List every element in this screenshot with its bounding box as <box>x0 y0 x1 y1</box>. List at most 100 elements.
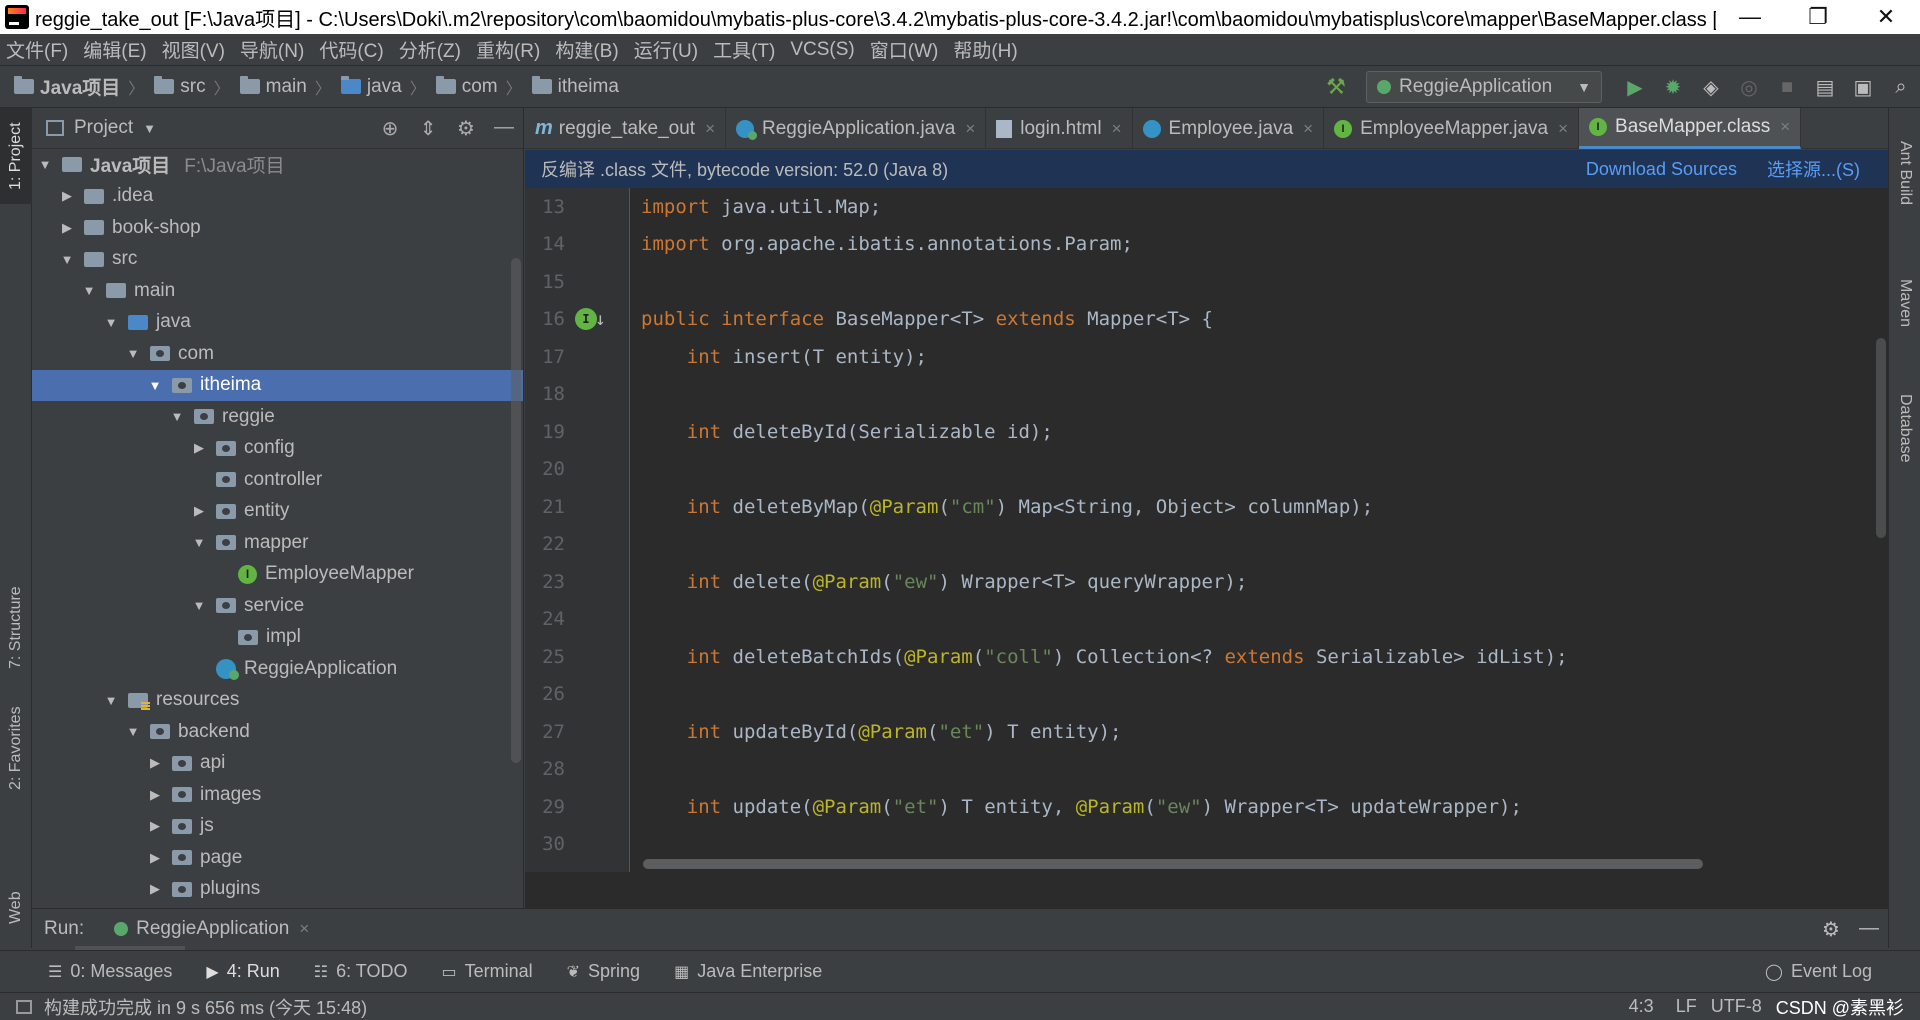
menu-analyze[interactable]: 分析(Z) <box>399 36 461 63</box>
tab-reggie-take-out[interactable]: m reggie_take_out × <box>525 108 727 149</box>
tree-item-reggie-application[interactable]: ReggieApplication <box>32 653 523 685</box>
breadcrumb-src[interactable]: src 〉 <box>154 75 239 99</box>
tab-login-html[interactable]: login.html × <box>986 108 1133 149</box>
download-sources-link[interactable]: Download Sources <box>1586 159 1737 180</box>
run-tab-reggie-application[interactable]: ReggieApplication × <box>114 918 309 940</box>
tree-item-java-project[interactable]: ▼ Java项目 F:\Java项目 <box>32 149 523 181</box>
tab-employee-java[interactable]: Employee.java × <box>1133 108 1325 149</box>
horizontal-scrollbar[interactable] <box>643 859 1703 869</box>
tree-item-reggie[interactable]: ▼ reggie <box>32 401 523 433</box>
menu-run[interactable]: 运行(U) <box>634 36 698 63</box>
caret-position[interactable]: 4:3 <box>1629 996 1654 1017</box>
close-window-button[interactable]: ✕ <box>1852 0 1920 34</box>
choose-sources-link[interactable]: 选择源...(S) <box>1767 156 1860 182</box>
tree-item-book-shop[interactable]: ▶ book-shop <box>32 212 523 244</box>
collapsed-arrow-icon[interactable]: ▶ <box>146 818 164 834</box>
coverage-icon[interactable]: ◈ <box>1692 71 1730 103</box>
menu-edit[interactable]: 编辑(E) <box>83 36 146 63</box>
expanded-arrow-icon[interactable]: ▼ <box>58 252 76 267</box>
expanded-arrow-icon[interactable]: ▼ <box>36 157 54 172</box>
menu-code[interactable]: 代码(C) <box>319 36 383 63</box>
tree-item-backend[interactable]: ▼ backend <box>32 716 523 748</box>
code-editor[interactable]: 13 import java.util.Map; 14 import org.apa… <box>525 188 1888 908</box>
close-tab-icon[interactable]: × <box>299 919 309 939</box>
tab-employee-mapper[interactable]: I EmployeeMapper.java × <box>1324 108 1580 149</box>
tab-reggie-application[interactable]: ReggieApplication.java × <box>726 108 987 149</box>
breadcrumb-com[interactable]: com 〉 <box>435 75 532 99</box>
close-tab-icon[interactable]: × <box>965 119 975 139</box>
run-configuration-select[interactable]: ReggieApplication ▼ <box>1366 71 1602 103</box>
tree-item-java[interactable]: ▼ java <box>32 307 523 339</box>
collapsed-arrow-icon[interactable]: ▶ <box>146 850 164 866</box>
tool-window-ant-build[interactable]: Ant Build <box>1889 118 1920 228</box>
implemented-by-icon[interactable]: I <box>575 308 597 330</box>
tree-item-api[interactable]: ▶ api <box>32 748 523 780</box>
expanded-arrow-icon[interactable]: ▼ <box>124 724 142 739</box>
tool-window-favorites[interactable]: 2: Favorites <box>0 698 32 798</box>
hide-panel-icon[interactable]: — <box>1850 917 1888 942</box>
menu-vcs[interactable]: VCS(S) <box>790 39 854 61</box>
tree-item-itheima[interactable]: ▼ itheima <box>32 369 523 401</box>
tool-tab-messages[interactable]: ☰ 0: Messages <box>48 961 172 982</box>
collapsed-arrow-icon[interactable]: ▶ <box>58 188 76 204</box>
toggle-tool-windows-icon[interactable] <box>16 999 32 1014</box>
build-hammer-icon[interactable]: ⚒ <box>1322 74 1350 100</box>
run-icon[interactable]: ▶ <box>1616 71 1654 103</box>
expanded-arrow-icon[interactable]: ▼ <box>146 378 164 393</box>
expanded-arrow-icon[interactable]: ▼ <box>102 693 120 708</box>
collapsed-arrow-icon[interactable]: ▶ <box>146 787 164 803</box>
locate-file-icon[interactable]: ⊕ <box>371 116 409 141</box>
expanded-arrow-icon[interactable]: ▼ <box>190 535 208 550</box>
menu-navigate[interactable]: 导航(N) <box>240 36 304 63</box>
project-structure-icon[interactable]: ▤ <box>1806 71 1844 103</box>
file-encoding[interactable]: UTF-8 <box>1711 996 1762 1017</box>
collapsed-arrow-icon[interactable]: ▶ <box>146 755 164 771</box>
tool-tab-java-enterprise[interactable]: ▦ Java Enterprise <box>674 961 822 982</box>
tool-window-structure[interactable]: 7: Structure <box>0 578 32 678</box>
tree-item-entity[interactable]: ▶ entity <box>32 496 523 528</box>
tree-item-js[interactable]: ▶ js <box>32 811 523 843</box>
tree-item-idea[interactable]: ▶ .idea <box>32 181 523 213</box>
vertical-scrollbar[interactable] <box>1876 338 1886 538</box>
tree-item-images[interactable]: ▶ images <box>32 779 523 811</box>
settings-gear-icon[interactable]: ⚙ <box>1812 917 1850 942</box>
menu-build[interactable]: 构建(B) <box>555 36 618 63</box>
tree-item-plugins[interactable]: ▶ plugins <box>32 874 523 906</box>
settings-gear-icon[interactable]: ⚙ <box>447 116 485 141</box>
profiler-icon[interactable]: ◎ <box>1730 71 1768 103</box>
caret-down-icon[interactable]: ▼ <box>143 121 156 136</box>
project-view-select[interactable]: Project <box>74 117 133 139</box>
menu-file[interactable]: 文件(F) <box>6 36 68 63</box>
stop-icon[interactable]: ■ <box>1768 71 1806 103</box>
tool-tab-spring[interactable]: ❦ Spring <box>567 961 640 982</box>
breadcrumb-itheima[interactable]: itheima <box>531 76 619 98</box>
tree-item-config[interactable]: ▶ config <box>32 433 523 465</box>
collapsed-arrow-icon[interactable]: ▶ <box>190 503 208 519</box>
project-scrollbar[interactable] <box>511 258 521 763</box>
tree-item-mapper[interactable]: ▼ mapper <box>32 527 523 559</box>
close-tab-icon[interactable]: × <box>1558 119 1568 139</box>
tree-item-employee-mapper[interactable]: I EmployeeMapper <box>32 559 523 591</box>
breadcrumb-project[interactable]: Java项目〉 <box>14 73 154 100</box>
menu-view[interactable]: 视图(V) <box>162 36 225 63</box>
expanded-arrow-icon[interactable]: ▼ <box>168 409 186 424</box>
tree-item-main[interactable]: ▼ main <box>32 275 523 307</box>
tab-base-mapper-class[interactable]: I BaseMapper.class × <box>1579 108 1802 149</box>
tree-item-service[interactable]: ▼ service <box>32 590 523 622</box>
debug-icon[interactable]: ✹ <box>1654 71 1692 103</box>
expanded-arrow-icon[interactable]: ▼ <box>124 346 142 361</box>
menu-help[interactable]: 帮助(H) <box>953 36 1017 63</box>
menu-window[interactable]: 窗口(W) <box>870 36 939 63</box>
tool-window-web[interactable]: Web <box>0 878 32 938</box>
menu-refactor[interactable]: 重构(R) <box>476 36 540 63</box>
minimize-button[interactable]: — <box>1716 0 1784 34</box>
close-tab-icon[interactable]: × <box>1112 119 1122 139</box>
tool-tab-event-log[interactable]: ◯ Event Log <box>1765 961 1872 982</box>
hide-panel-icon[interactable]: — <box>485 116 523 141</box>
menu-tools[interactable]: 工具(T) <box>713 36 775 63</box>
tool-tab-terminal[interactable]: ▭ Terminal <box>441 961 532 982</box>
tree-item-controller[interactable]: controller <box>32 464 523 496</box>
line-separator[interactable]: LF <box>1676 996 1697 1017</box>
tool-window-database[interactable]: Database <box>1889 368 1920 488</box>
expanded-arrow-icon[interactable]: ▼ <box>80 283 98 298</box>
